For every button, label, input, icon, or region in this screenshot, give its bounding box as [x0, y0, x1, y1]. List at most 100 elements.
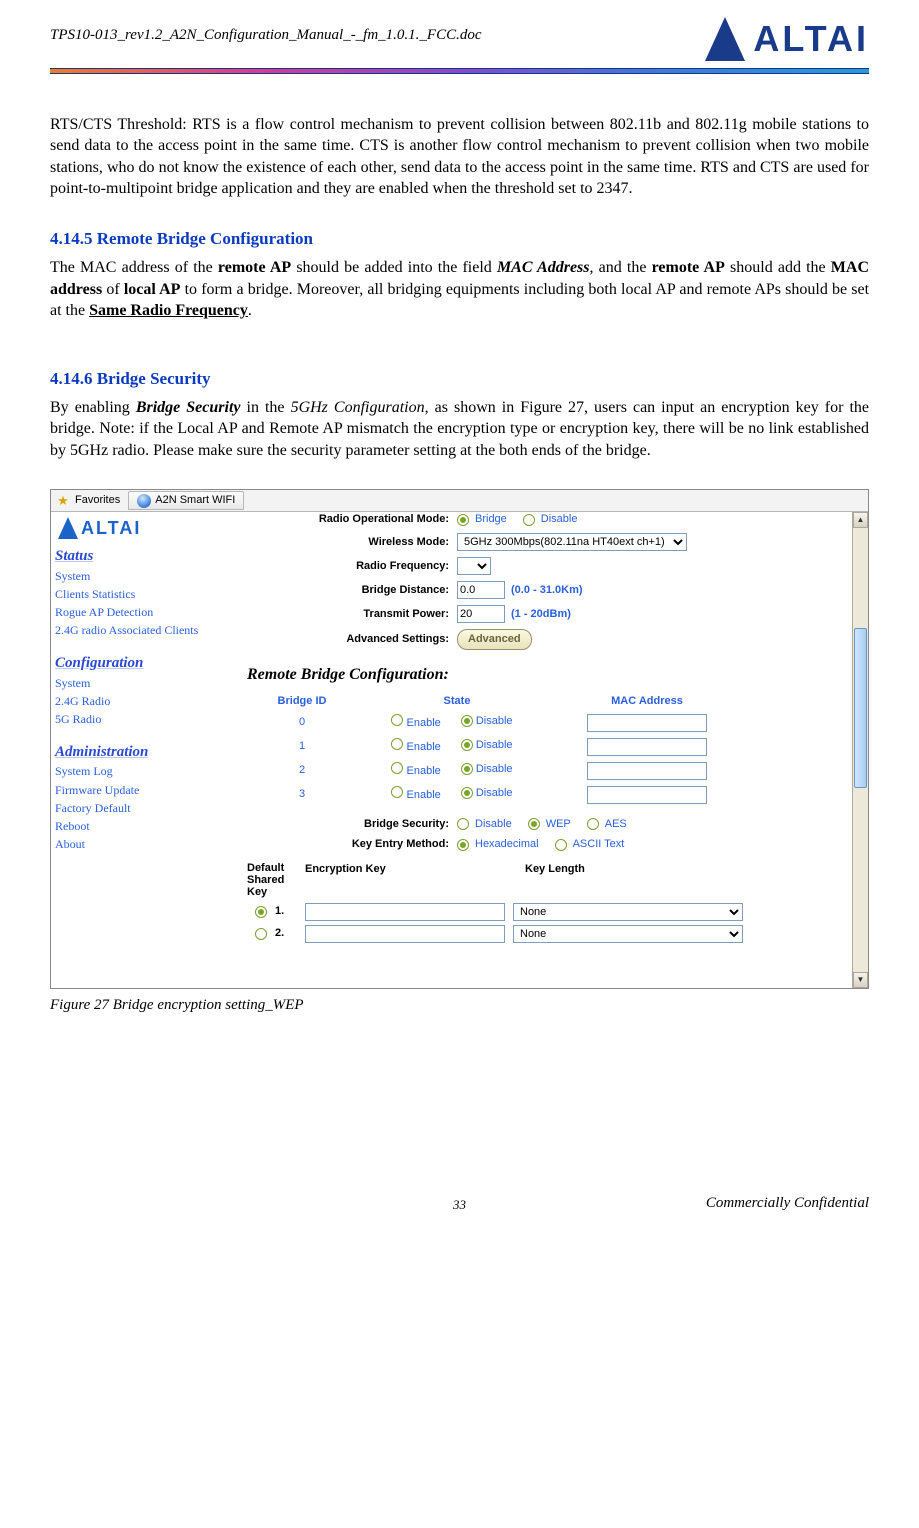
radio-operational-disable[interactable] — [523, 514, 535, 526]
bridge-2-enable-radio[interactable] — [391, 762, 403, 774]
bridge-1-disable-radio[interactable] — [461, 739, 473, 751]
th-encryption-key: Encryption Key — [305, 862, 525, 898]
key-entry-hex-radio[interactable] — [457, 839, 469, 851]
key-1-encryption-input[interactable] — [305, 903, 505, 921]
bridge-security-aes-radio[interactable] — [587, 818, 599, 830]
nav-category-status: Status — [51, 544, 207, 566]
label-radio-frequency: Radio Frequency: — [247, 559, 457, 574]
nav-link-system-log[interactable]: System Log — [51, 762, 207, 780]
key-2-encryption-input[interactable] — [305, 925, 505, 943]
bridge-2-disable-radio[interactable] — [461, 763, 473, 775]
select-radio-frequency[interactable] — [457, 557, 491, 575]
nav-link-clients-statistics[interactable]: Clients Statistics — [51, 585, 207, 603]
label-bridge-distance: Bridge Distance: — [247, 583, 457, 598]
favorites-label: Favorites — [75, 493, 120, 508]
bridge-0-mac-input[interactable] — [587, 714, 707, 732]
key-2-select-radio[interactable] — [255, 928, 267, 940]
nav-link-rogue-ap-detection[interactable]: Rogue AP Detection — [51, 603, 207, 621]
key-entry-ascii-radio[interactable] — [555, 839, 567, 851]
th-default-shared-key: Default Shared Key — [247, 862, 305, 898]
radio-operational-bridge[interactable] — [457, 514, 469, 526]
page-header: TPS10-013_rev1.2_A2N_Configuration_Manua… — [50, 0, 869, 64]
nav-category-configuration: Configuration — [51, 651, 207, 673]
bridge-0-disable-radio[interactable] — [461, 715, 473, 727]
header-gradient-rule — [50, 68, 869, 74]
browser-tab[interactable]: A2N Smart WIFI — [128, 491, 244, 510]
bridge-row-3: 3 Enable Disable — [247, 783, 844, 807]
bridge-table-header: Bridge ID State MAC Address — [247, 692, 844, 711]
scroll-up-button[interactable]: ▲ — [853, 512, 868, 528]
rts-cts-paragraph: RTS/CTS Threshold: RTS is a flow control… — [50, 114, 869, 200]
t: . — [248, 302, 252, 319]
bridge-row-1: 1 Enable Disable — [247, 735, 844, 759]
bridge-3-disable-radio[interactable] — [461, 787, 473, 799]
t: 5GHz Configuration — [291, 399, 425, 416]
disable-label: Disable — [476, 763, 513, 775]
hint-bridge-distance: (0.0 - 31.0Km) — [511, 583, 583, 598]
key-1-length-select[interactable]: None — [513, 903, 743, 921]
bridge-3-mac-input[interactable] — [587, 786, 707, 804]
t: By enabling — [50, 399, 136, 416]
key-1-select-radio[interactable] — [255, 906, 267, 918]
disable-label: Disable — [476, 787, 513, 799]
section-4-14-6-heading: 4.14.6 Bridge Security — [50, 368, 869, 391]
vertical-scrollbar[interactable]: ▲ ▼ — [852, 512, 868, 988]
main-config-panel: Radio Operational Mode: Bridge Disable W… — [207, 512, 852, 988]
nav-link-24g-radio[interactable]: 2.4G Radio — [51, 692, 207, 710]
nav-link-5g-radio[interactable]: 5G Radio — [51, 710, 207, 728]
bridge-2-mac-input[interactable] — [587, 762, 707, 780]
disable-label: Disable — [475, 817, 512, 832]
enable-label: Enable — [407, 789, 441, 801]
remote-bridge-config-heading: Remote Bridge Configuration: — [247, 664, 844, 686]
input-transmit-power[interactable] — [457, 605, 505, 623]
th-mac-address: MAC Address — [557, 694, 737, 709]
sidebar-logo: ALTAI — [51, 512, 207, 544]
browser-favorites-bar: ★ Favorites A2N Smart WIFI — [51, 490, 868, 512]
t: remote AP — [218, 259, 291, 276]
nav-link-reboot[interactable]: Reboot — [51, 817, 207, 835]
scroll-down-button[interactable]: ▼ — [853, 972, 868, 988]
nav-link-system[interactable]: System — [51, 567, 207, 585]
screenshot-figure-27: ★ Favorites A2N Smart WIFI ALTAI Status … — [50, 489, 869, 989]
t: Same Radio Frequency — [89, 302, 248, 319]
advanced-button[interactable]: Advanced — [457, 629, 532, 650]
nav-link-about[interactable]: About — [51, 835, 207, 853]
select-wireless-mode[interactable]: 5GHz 300Mbps(802.11na HT40ext ch+1) — [457, 533, 687, 551]
altai-triangle-icon — [703, 17, 747, 61]
nav-link-factory-default[interactable]: Factory Default — [51, 799, 207, 817]
favorites-star-icon[interactable]: ★ — [55, 493, 71, 509]
document-filename: TPS10-013_rev1.2_A2N_Configuration_Manua… — [50, 15, 482, 45]
disable-label: Disable — [476, 715, 513, 727]
nav-link-config-system[interactable]: System — [51, 674, 207, 692]
bridge-security-wep-radio[interactable] — [528, 818, 540, 830]
t: should be added into the field — [291, 259, 497, 276]
tab-title: A2N Smart WIFI — [155, 493, 235, 508]
altai-logo: ALTAI — [703, 15, 869, 64]
page-footer: 33 Commercially Confidential — [50, 1196, 869, 1214]
th-key-length: Key Length — [525, 862, 725, 898]
scroll-track[interactable] — [853, 528, 868, 972]
enable-label: Enable — [407, 741, 441, 753]
nav-link-24g-associated-clients[interactable]: 2.4G radio Associated Clients — [51, 621, 207, 639]
scroll-thumb[interactable] — [854, 628, 867, 788]
bridge-3-enable-radio[interactable] — [391, 786, 403, 798]
nav-category-administration: Administration — [51, 740, 207, 762]
label-bridge-security: Bridge Security: — [247, 817, 457, 832]
t: in the — [241, 399, 291, 416]
bridge-row-0: 0 Enable Disable — [247, 711, 844, 735]
bridge-id-3: 3 — [247, 787, 357, 802]
figure-27-caption: Figure 27 Bridge encryption setting_WEP — [50, 995, 869, 1015]
bridge-security-disable-radio[interactable] — [457, 818, 469, 830]
altai-logo-text: ALTAI — [753, 15, 869, 64]
bridge-1-enable-radio[interactable] — [391, 738, 403, 750]
key-2-length-select[interactable]: None — [513, 925, 743, 943]
radio-operational-bridge-label: Bridge — [475, 512, 507, 527]
bridge-1-mac-input[interactable] — [587, 738, 707, 756]
key-row-1: 1. None — [247, 901, 844, 923]
t: The MAC address of the — [50, 259, 218, 276]
section-4-14-6-paragraph: By enabling Bridge Security in the 5GHz … — [50, 397, 869, 462]
bridge-0-enable-radio[interactable] — [391, 714, 403, 726]
nav-link-firmware-update[interactable]: Firmware Update — [51, 781, 207, 799]
hint-transmit-power: (1 - 20dBm) — [511, 607, 571, 622]
input-bridge-distance[interactable] — [457, 581, 505, 599]
